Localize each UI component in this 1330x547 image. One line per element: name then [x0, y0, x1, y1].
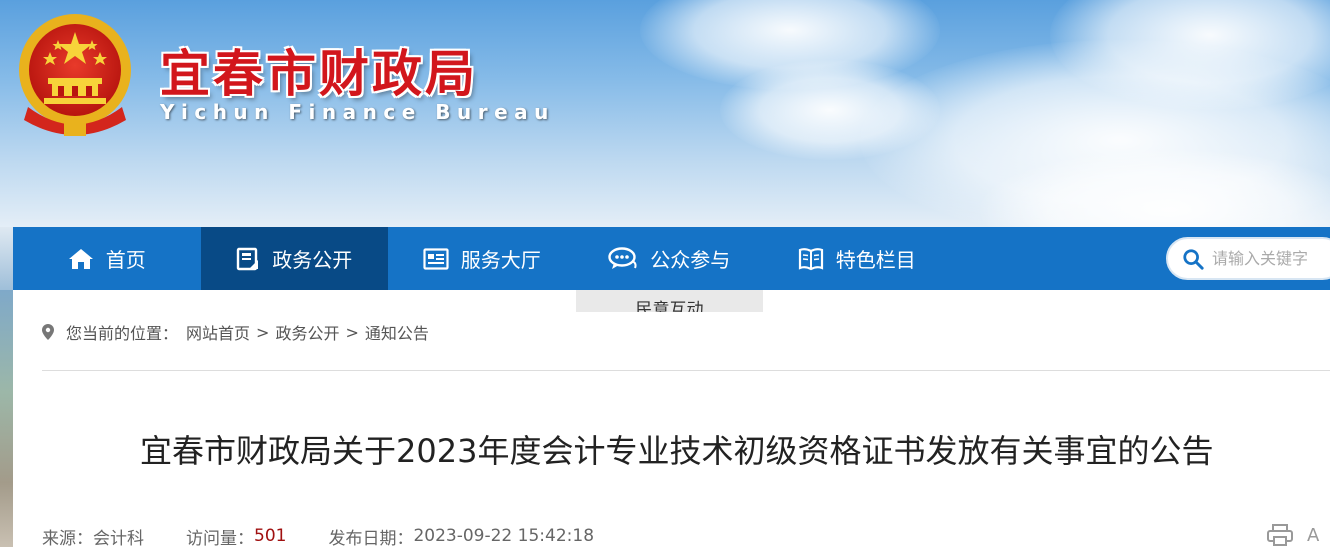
- breadcrumb-link-government-affairs[interactable]: 政务公开: [275, 320, 339, 344]
- source-value: 会计科: [93, 528, 144, 547]
- nav-dropdown: 民意互动: [576, 290, 763, 312]
- breadcrumb: 您当前的位置： 网站首页 > 政务公开 > 通知公告: [42, 320, 429, 344]
- date-label: 发布日期：: [328, 528, 414, 547]
- book-icon: [798, 247, 823, 270]
- search-box: [1166, 237, 1330, 280]
- article-title: 宜春市财政局关于2023年度会计专业技术初级资格证书发放有关事宜的公告: [140, 432, 1214, 470]
- views-label: 访问量：: [186, 528, 254, 547]
- nav-item-label: 特色栏目: [835, 248, 916, 272]
- nav-item-label: 首页: [105, 248, 146, 272]
- document-icon: [237, 247, 259, 270]
- nav-item-label: 政务公开: [272, 248, 353, 272]
- source-label: 来源：: [42, 528, 93, 547]
- breadcrumb-separator: >: [345, 322, 359, 342]
- city-decoration: [0, 290, 13, 547]
- breadcrumb-link-home[interactable]: 网站首页: [186, 320, 250, 344]
- cloud-decoration: [720, 60, 940, 160]
- publish-date: 2023-09-22 15:42:18: [413, 526, 595, 546]
- article-meta: 来源： 会计科 访问量： 501 发布日期： 2023-09-22 15:42:…: [42, 524, 594, 547]
- print-icon[interactable]: [1267, 524, 1293, 546]
- nav-item-label: 公众参与: [650, 248, 731, 272]
- article-tools: A: [1267, 524, 1319, 546]
- service-hall-icon: [423, 247, 449, 270]
- nav-item-service-hall[interactable]: 服务大厅: [388, 227, 576, 290]
- font-size-button[interactable]: A: [1307, 525, 1319, 546]
- search-icon[interactable]: [1182, 247, 1204, 271]
- site-title: 宜春市财政局: [160, 45, 478, 103]
- chat-icon: [608, 246, 637, 269]
- breadcrumb-separator: >: [256, 322, 270, 342]
- breadcrumb-prefix: 您当前的位置：: [66, 324, 179, 343]
- views-count: 501: [254, 526, 287, 546]
- breadcrumb-link-notices[interactable]: 通知公告: [365, 320, 429, 344]
- dropdown-item-public-opinion[interactable]: 民意互动: [636, 300, 704, 312]
- nav-item-featured-columns[interactable]: 特色栏目: [763, 227, 951, 290]
- nav-item-label: 服务大厅: [460, 248, 541, 272]
- location-pin-icon: [42, 324, 54, 340]
- main-nav: 首页 政务公开 服务大厅 公众参与 特色栏目 请输入关键字: [13, 227, 1330, 290]
- site-subtitle: Yichun Finance Bureau: [160, 100, 555, 124]
- city-decoration: [0, 227, 13, 290]
- nav-item-public-participation[interactable]: 公众参与: [576, 227, 764, 290]
- national-emblem-icon: [19, 14, 131, 136]
- home-icon: [68, 248, 93, 269]
- search-input[interactable]: [1212, 249, 1330, 268]
- nav-item-home[interactable]: 首页: [13, 227, 201, 290]
- nav-item-government-affairs[interactable]: 政务公开: [200, 227, 388, 290]
- header-banner: 宜春市财政局 Yichun Finance Bureau: [0, 0, 1330, 227]
- divider: [42, 370, 1330, 371]
